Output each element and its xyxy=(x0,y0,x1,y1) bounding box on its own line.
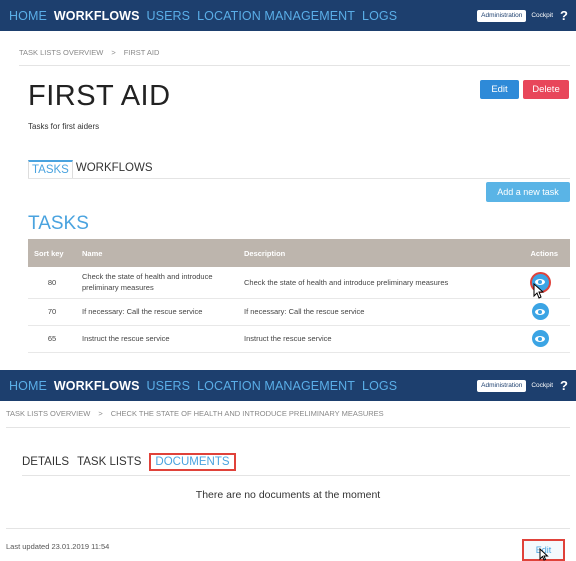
nav-location-management[interactable]: LOCATION MANAGEMENT xyxy=(197,9,355,23)
edit-button[interactable]: Edit xyxy=(480,80,519,99)
table-row: 65 Instruct the rescue service Instruct … xyxy=(28,325,570,353)
nav-links: HOME WORKFLOWS USERS LOCATION MANAGEMENT… xyxy=(0,9,404,23)
breadcrumb-separator: > xyxy=(98,409,103,418)
administration-button[interactable]: Administration xyxy=(477,379,527,392)
cell-description: Instruct the rescue service xyxy=(238,325,510,353)
breadcrumb-task-lists-overview[interactable]: TASK LISTS OVERVIEW xyxy=(19,48,103,57)
cell-sort-key: 80 xyxy=(28,267,76,299)
administration-button[interactable]: Administration xyxy=(477,9,527,22)
divider xyxy=(19,65,570,66)
page-subtitle: Tasks for first aiders xyxy=(28,122,100,131)
view-eye-icon[interactable] xyxy=(531,330,549,347)
tab-bar: DETAILS TASK LISTS DOCUMENTS xyxy=(22,453,236,471)
last-updated-text: Last updated 23.01.2019 11:54 xyxy=(6,542,110,551)
cell-sort-key: 70 xyxy=(28,298,76,326)
header-name[interactable]: Name xyxy=(76,239,238,267)
cell-description: If necessary: Call the rescue service xyxy=(238,298,510,326)
nav-home[interactable]: HOME xyxy=(9,9,47,23)
cell-name: If necessary: Call the rescue service xyxy=(76,298,238,326)
nav-right: Administration Cockpit ? xyxy=(477,378,576,393)
cell-sort-key: 65 xyxy=(28,325,76,353)
breadcrumb-current: FIRST AID xyxy=(123,48,160,57)
tasks-table: Sort key Name Description Actions 80 Che… xyxy=(28,239,570,353)
nav-logs[interactable]: LOGS xyxy=(362,379,397,393)
tab-documents[interactable]: DOCUMENTS xyxy=(149,453,236,471)
tab-details[interactable]: DETAILS xyxy=(22,456,69,468)
nav-workflows[interactable]: WORKFLOWS xyxy=(54,9,140,23)
table-row: 70 If necessary: Call the rescue service… xyxy=(28,298,570,326)
cockpit-link[interactable]: Cockpit xyxy=(531,382,553,389)
tab-workflows[interactable]: WORKFLOWS xyxy=(73,160,156,179)
breadcrumb: TASK LISTS OVERVIEW > FIRST AID xyxy=(19,48,159,57)
cell-actions xyxy=(510,325,570,353)
table-header-row: Sort key Name Description Actions xyxy=(28,239,570,267)
add-task-button[interactable]: Add a new task xyxy=(486,182,570,202)
nav-links: HOME WORKFLOWS USERS LOCATION MANAGEMENT… xyxy=(0,379,404,393)
cell-description: Check the state of health and introduce … xyxy=(238,267,510,299)
header-actions: Actions xyxy=(510,239,570,267)
header-description[interactable]: Description xyxy=(238,239,510,267)
view-eye-icon[interactable] xyxy=(531,303,549,320)
mouse-cursor-icon xyxy=(533,283,544,299)
nav-right: Administration Cockpit ? xyxy=(477,8,576,23)
breadcrumb-task-lists-overview[interactable]: TASK LISTS OVERVIEW xyxy=(6,409,90,418)
nav-home[interactable]: HOME xyxy=(9,379,47,393)
breadcrumb-separator: > xyxy=(111,48,116,57)
nav-users[interactable]: USERS xyxy=(147,9,191,23)
top-navbar: HOME WORKFLOWS USERS LOCATION MANAGEMENT… xyxy=(0,0,576,31)
tab-task-lists[interactable]: TASK LISTS xyxy=(77,456,141,468)
footer-divider xyxy=(6,528,570,529)
table-row: 80 Check the state of health and introdu… xyxy=(28,267,570,299)
empty-documents-message: There are no documents at the moment xyxy=(195,489,381,501)
help-icon[interactable]: ? xyxy=(560,378,568,393)
cell-name: Check the state of health and introduce … xyxy=(76,267,238,299)
header-sort-key[interactable]: Sort key xyxy=(28,239,76,267)
bottom-navbar: HOME WORKFLOWS USERS LOCATION MANAGEMENT… xyxy=(0,370,576,401)
nav-logs[interactable]: LOGS xyxy=(362,9,397,23)
divider xyxy=(6,427,570,428)
tab-divider xyxy=(22,475,570,476)
nav-workflows[interactable]: WORKFLOWS xyxy=(54,379,140,393)
tab-divider xyxy=(28,178,570,179)
nav-location-management[interactable]: LOCATION MANAGEMENT xyxy=(197,379,355,393)
breadcrumb: TASK LISTS OVERVIEW > CHECK THE STATE OF… xyxy=(6,409,384,418)
nav-users[interactable]: USERS xyxy=(147,379,191,393)
delete-button[interactable]: Delete xyxy=(523,80,569,99)
tab-tasks[interactable]: TASKS xyxy=(28,160,73,179)
breadcrumb-current: CHECK THE STATE OF HEALTH AND INTRODUCE … xyxy=(110,409,384,418)
section-title: TASKS xyxy=(28,213,89,234)
tab-bar: TASKS WORKFLOWS xyxy=(28,160,156,179)
help-icon[interactable]: ? xyxy=(560,8,568,23)
cell-actions xyxy=(510,298,570,326)
cockpit-link[interactable]: Cockpit xyxy=(531,12,553,19)
cell-name: Instruct the rescue service xyxy=(76,325,238,353)
page-title: FIRST AID xyxy=(28,80,171,112)
mouse-cursor-icon xyxy=(539,548,549,561)
